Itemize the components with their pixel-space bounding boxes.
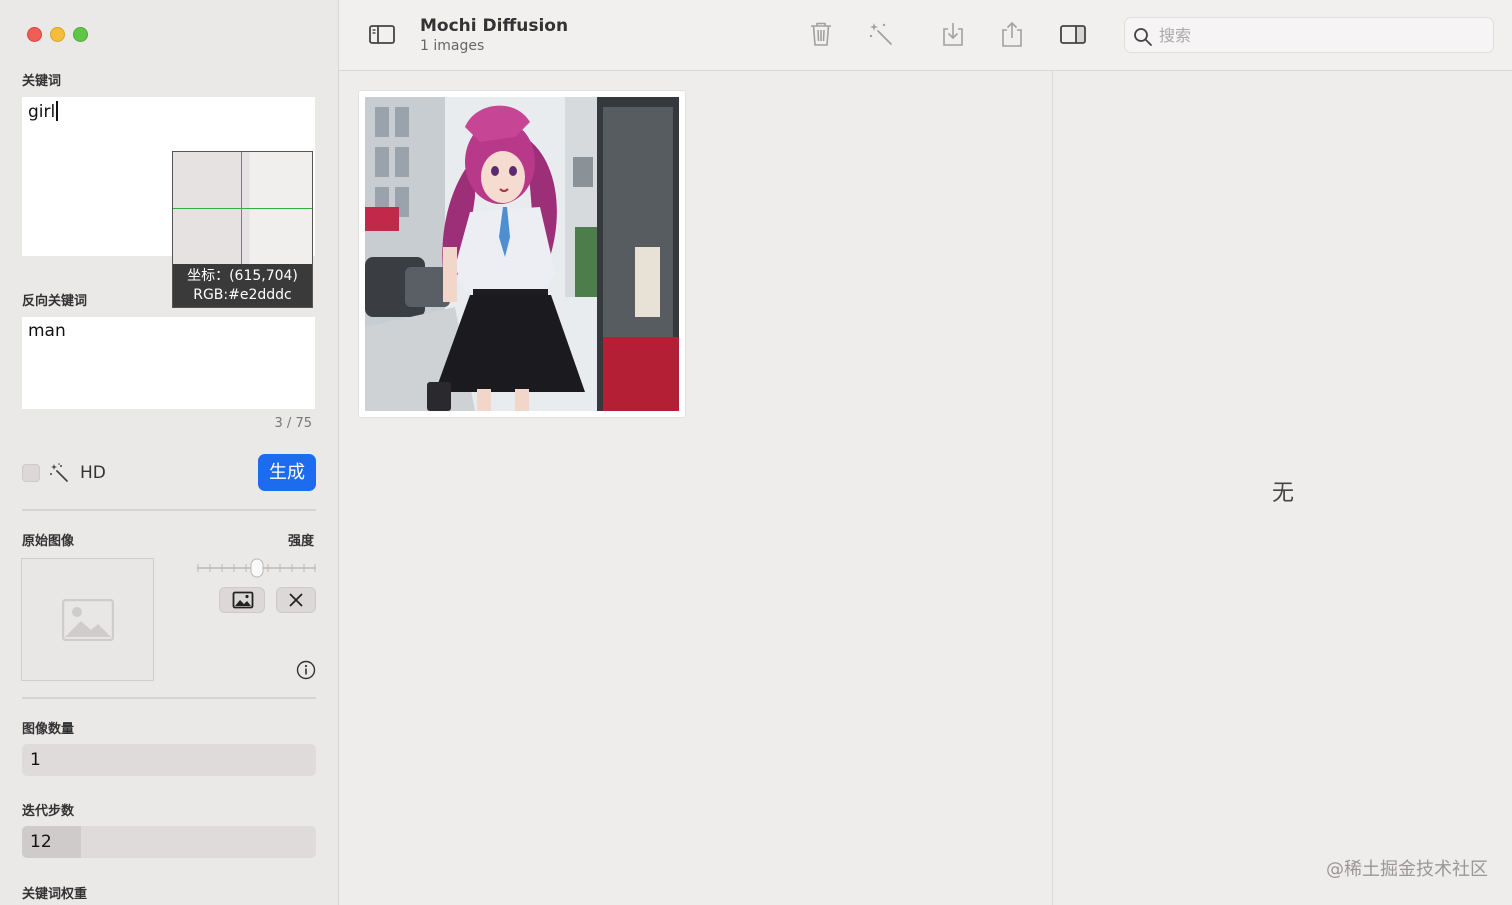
steps-value: 12 <box>30 832 52 852</box>
strength-slider[interactable] <box>197 558 316 578</box>
color-picker-magnifier: 坐标：(615,704) RGB:#e2dddc <box>172 151 313 308</box>
inspector-empty-label: 无 <box>1271 481 1294 506</box>
image-count-field[interactable]: 1 <box>22 744 316 776</box>
zoom-window-button[interactable] <box>73 27 88 42</box>
window-controls <box>27 27 88 42</box>
app-title: Mochi Diffusion <box>420 16 569 36</box>
image-count-value: 1 <box>30 750 41 770</box>
generated-image-thumbnail[interactable] <box>358 90 686 418</box>
search-input[interactable] <box>1159 23 1479 47</box>
inspector-panel: 无 @稀土掘金技术社区 <box>1052 71 1512 905</box>
sidebar-toggle-icon[interactable] <box>368 20 396 48</box>
search-field[interactable] <box>1124 17 1494 53</box>
hd-label: HD <box>80 463 106 483</box>
crosshair-horizontal <box>173 208 312 209</box>
prompt-text: girl <box>28 102 56 122</box>
hd-checkbox[interactable] <box>22 464 40 482</box>
divider <box>22 697 316 699</box>
magic-wand-icon <box>50 463 68 482</box>
steps-label: 迭代步数 <box>22 804 75 819</box>
minimize-window-button[interactable] <box>50 27 65 42</box>
negative-prompt-input[interactable]: man <box>22 317 315 409</box>
divider <box>22 509 316 511</box>
inspector-toggle-icon[interactable] <box>1059 20 1087 48</box>
trash-icon[interactable] <box>807 20 835 48</box>
negative-prompt-text: man <box>28 321 66 341</box>
image-count-label: 图像数量 <box>22 722 75 737</box>
prompt-label: 关键词 <box>22 74 62 89</box>
close-window-button[interactable] <box>27 27 42 42</box>
generate-button[interactable]: 生成 <box>258 454 316 491</box>
source-image-well[interactable] <box>21 558 154 681</box>
strength-label: 强度 <box>288 534 315 549</box>
toolbar: Mochi Diffusion 1 images <box>339 0 1512 71</box>
magic-wand-icon[interactable] <box>867 20 895 48</box>
magnifier-info: 坐标：(615,704) RGB:#e2dddc <box>173 264 312 307</box>
text-caret <box>56 101 59 121</box>
source-image-label: 原始图像 <box>22 534 75 549</box>
image-gallery <box>339 71 1052 905</box>
info-icon[interactable] <box>296 660 316 680</box>
magnifier-rgb: RGB:#e2dddc <box>193 287 292 303</box>
watermark: @稀土掘金技术社区 <box>1326 859 1488 880</box>
download-icon[interactable] <box>939 20 967 48</box>
negative-prompt-label: 反向关键词 <box>22 294 88 309</box>
close-icon <box>289 593 303 607</box>
select-image-button[interactable] <box>219 587 265 613</box>
guidance-label: 关键词权重 <box>22 887 88 902</box>
image-count-subtitle: 1 images <box>420 38 485 54</box>
image-placeholder-icon <box>62 599 114 641</box>
clear-image-button[interactable] <box>276 587 316 613</box>
generated-image <box>365 97 679 411</box>
search-icon <box>1134 28 1152 46</box>
photo-icon <box>232 591 254 609</box>
token-counter: 3 / 75 <box>274 416 312 431</box>
steps-slider-field[interactable]: 12 <box>22 826 316 858</box>
sidebar: 关键词 girl 坐标：(615,704) RGB:#e2dddc 反向关键词 … <box>0 0 339 905</box>
magnifier-coordinates: 坐标：(615,704) <box>187 268 298 284</box>
share-icon[interactable] <box>998 20 1026 48</box>
